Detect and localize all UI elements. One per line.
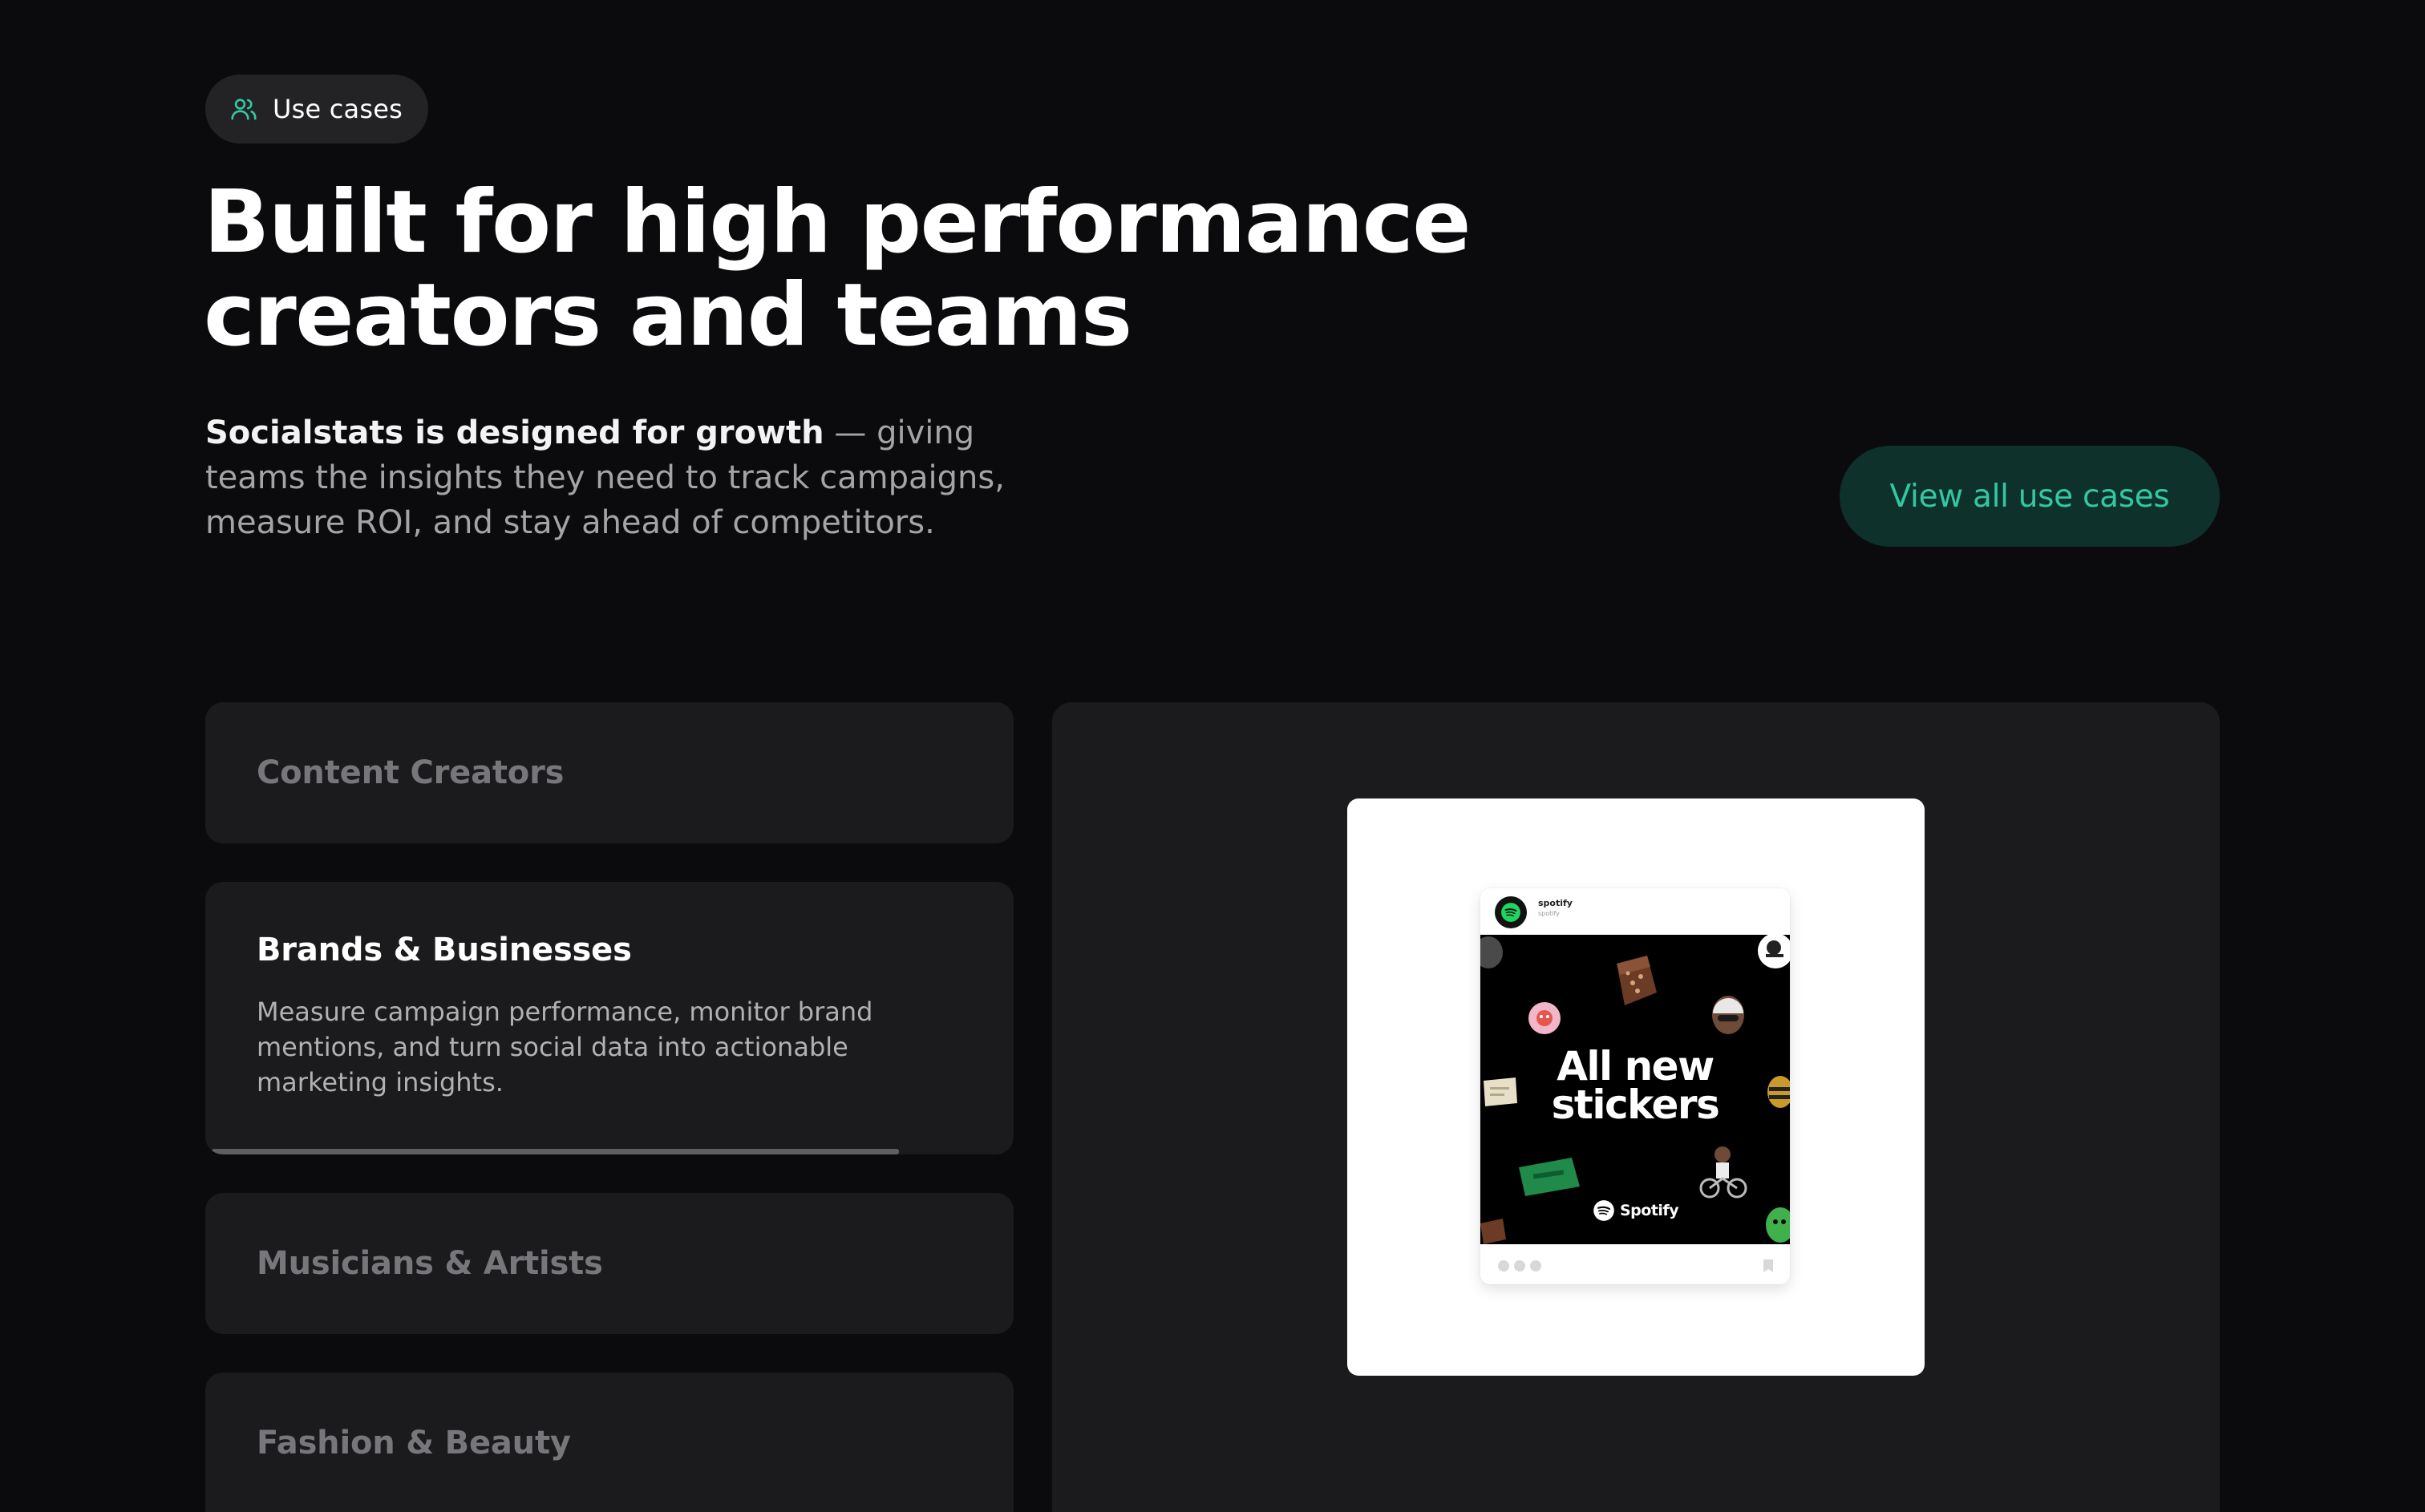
- view-all-use-cases-button[interactable]: View all use cases: [1840, 446, 2220, 547]
- use-case-description: Measure campaign performance, monitor br…: [257, 997, 873, 1098]
- bookmark-icon: [1763, 1259, 1773, 1272]
- post-footer: [1480, 1244, 1790, 1284]
- page-title: Built for high performance creators and …: [204, 172, 1472, 366]
- use-case-progress-track: [205, 1149, 1014, 1154]
- post-headline-line-1: All new: [1557, 1043, 1715, 1090]
- rider-sticker-icon: [1699, 1146, 1747, 1199]
- use-cases-badge: Use cases: [205, 75, 428, 144]
- spotify-logo-icon: [1593, 1200, 1614, 1221]
- title-line-1: Built for high performance: [204, 172, 1472, 273]
- use-case-title: Fashion & Beauty: [257, 1425, 571, 1461]
- bag-sticker-icon: [1617, 956, 1657, 1005]
- post-subhandle: spotify: [1538, 910, 1560, 917]
- use-cases-section: Use cases Built for high performance cre…: [0, 0, 2425, 1512]
- users-icon: [231, 99, 257, 120]
- use-case-progress-fill: [212, 1149, 899, 1154]
- post-brand-label: Spotify: [1620, 1202, 1679, 1219]
- title-line-2: creators and teams: [204, 265, 1132, 366]
- post-headline-line-2: stickers: [1551, 1081, 1720, 1128]
- person-sticker-icon: [1758, 935, 1790, 968]
- comment-dot-icon: [1514, 1260, 1525, 1271]
- social-post-preview: spotify spotify All new stickers Spotify: [1480, 888, 1790, 1284]
- intro-paragraph: Socialstats is designed for growth — giv…: [205, 410, 1023, 545]
- use-case-title: Brands & Businesses: [257, 932, 632, 968]
- post-header: spotify spotify: [1480, 888, 1790, 935]
- face-sticker-icon: [1480, 936, 1503, 968]
- post-handle: spotify: [1538, 898, 1573, 908]
- box-sticker-icon: [1480, 1219, 1506, 1244]
- intro-bold: Socialstats is designed for growth: [205, 414, 824, 451]
- badge-label: Use cases: [273, 94, 403, 124]
- share-dot-icon: [1530, 1260, 1541, 1271]
- spotify-avatar: [1495, 896, 1527, 928]
- helmet-sticker-icon: [1712, 996, 1744, 1034]
- post-headline: All new stickers: [1480, 1043, 1790, 1128]
- preview-card: spotify spotify All new stickers Spotify: [1347, 798, 1925, 1376]
- ticket-sticker-icon: [1519, 1158, 1580, 1196]
- use-case-preview-panel: spotify spotify All new stickers Spotify: [1052, 702, 2220, 1512]
- use-case-title: Musicians & Artists: [257, 1245, 603, 1282]
- post-image: All new stickers Spotify: [1480, 935, 1790, 1244]
- alien-sticker-icon: [1766, 1207, 1790, 1243]
- flower-sticker-icon: [1528, 1002, 1561, 1034]
- use-case-brands-businesses[interactable]: Brands & Businesses Measure campaign per…: [205, 882, 1014, 1154]
- use-case-title: Content Creators: [257, 754, 565, 791]
- use-case-fashion-beauty[interactable]: Fashion & Beauty: [205, 1373, 1014, 1512]
- like-dot-icon: [1498, 1260, 1509, 1271]
- use-case-content-creators[interactable]: Content Creators: [205, 702, 1014, 843]
- post-brand: Spotify: [1593, 1199, 1679, 1222]
- spotify-logo-icon: [1501, 903, 1520, 922]
- use-case-musicians-artists[interactable]: Musicians & Artists: [205, 1193, 1014, 1334]
